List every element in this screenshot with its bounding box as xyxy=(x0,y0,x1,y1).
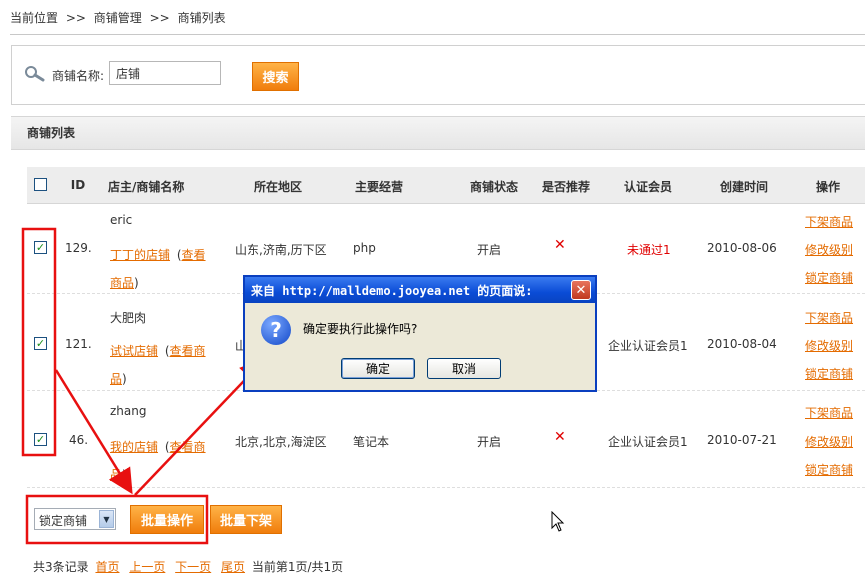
close-icon[interactable]: ✕ xyxy=(571,280,591,300)
mouse-cursor-icon xyxy=(551,511,565,532)
question-icon: ? xyxy=(261,315,291,345)
dialog-ok-button[interactable]: 确定 xyxy=(341,358,415,379)
dialog-title: 来自 http://malldemo.jooyea.net 的页面说: xyxy=(251,284,533,298)
dialog-message: 确定要执行此操作吗? xyxy=(303,322,418,336)
batch-highlight-box xyxy=(25,494,209,545)
arrow-line xyxy=(54,369,133,495)
checkbox-highlight-box xyxy=(21,227,57,457)
dialog-cancel-button[interactable]: 取消 xyxy=(427,358,501,379)
confirm-dialog: 来自 http://malldemo.jooyea.net 的页面说: ✕ ? … xyxy=(243,275,597,392)
